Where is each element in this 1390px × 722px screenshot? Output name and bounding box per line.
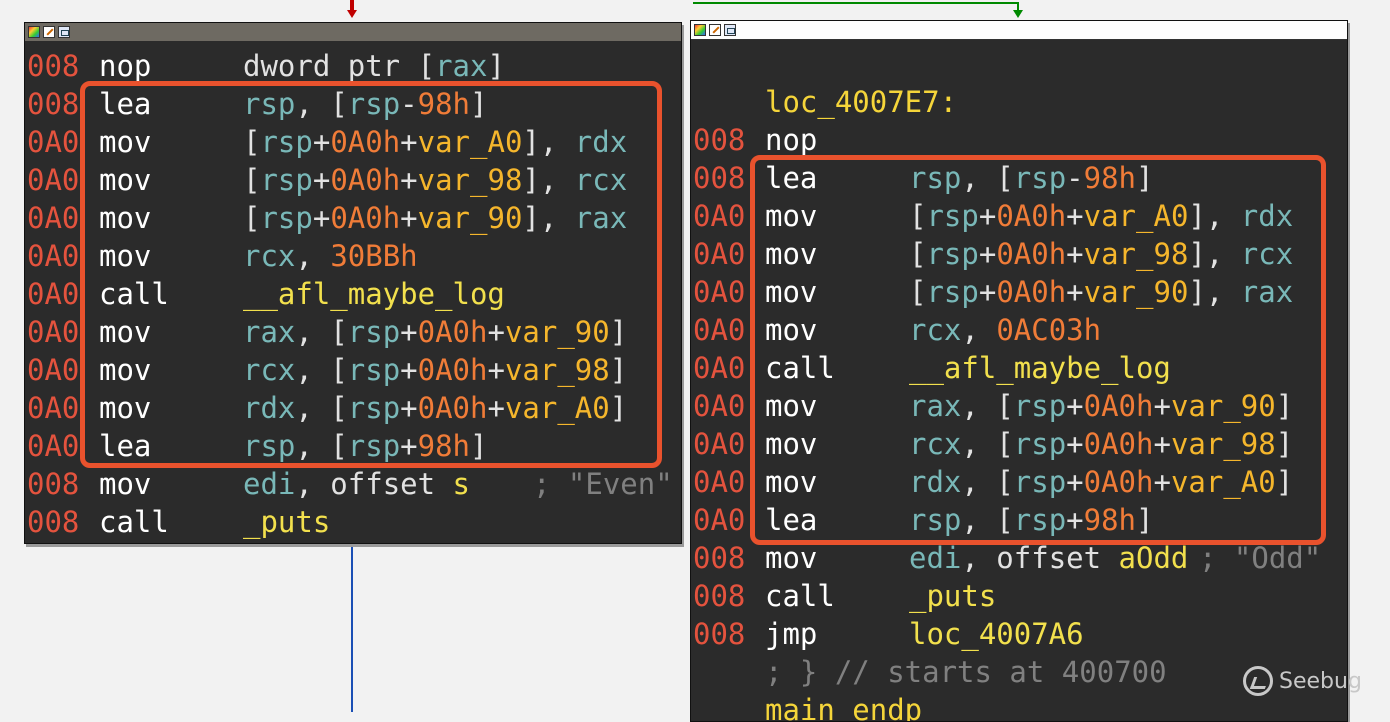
operand-token: , offset	[961, 541, 1119, 575]
operands: dword ptr [rax]	[243, 47, 505, 85]
block-titlebar	[25, 23, 681, 41]
operand-token[interactable]: aOdd	[1119, 541, 1189, 575]
graph-view-icon[interactable]	[724, 24, 736, 36]
stack-pointer-delta: 008	[693, 123, 746, 157]
color-palette-icon[interactable]	[28, 26, 40, 38]
stack-pointer-delta: 008	[27, 87, 80, 121]
instruction-line[interactable]: 008 jmp loc_4007A6	[691, 615, 1347, 653]
stack-pointer-delta: 0A0	[693, 237, 746, 271]
stack-pointer-delta: 0A0	[693, 351, 746, 385]
operand-token: [	[417, 49, 436, 83]
stack-pointer-delta: 008	[27, 505, 80, 539]
fallthrough-edge	[351, 544, 353, 712]
graph-view-icon[interactable]	[58, 26, 70, 38]
stack-pointer-delta: 0A0	[27, 163, 80, 197]
rename-pencil-icon[interactable]	[709, 24, 721, 36]
instruction-line[interactable]: 008 mov edi, offset s ; "Even"	[25, 465, 681, 503]
instruction-line[interactable]: 008 call _puts	[691, 577, 1347, 615]
stack-pointer-delta: 0A0	[693, 427, 746, 461]
instrumentation-highlight-box	[750, 155, 1326, 545]
operand-token[interactable]: edi	[243, 467, 295, 501]
mnemonic: nop	[765, 123, 818, 157]
mnemonic: mov	[99, 467, 152, 501]
mnemonic: nop	[99, 49, 152, 83]
operand-token[interactable]: edi	[909, 541, 961, 575]
stack-pointer-delta: 0A0	[27, 391, 80, 425]
stack-pointer-delta: 008	[27, 467, 80, 501]
seebug-logo-icon	[1243, 666, 1273, 696]
instruction-line[interactable]: 008 nop	[691, 121, 1347, 159]
operand-token[interactable]: rax	[435, 49, 487, 83]
operands: _puts	[243, 503, 330, 541]
inline-comment: ; "Even"	[533, 467, 673, 501]
operand-token[interactable]: _puts	[909, 579, 996, 613]
operand-token[interactable]: s	[453, 467, 470, 501]
instruction-line[interactable]: 008 call _puts	[25, 503, 681, 541]
true-branch-edge-h	[693, 2, 1019, 4]
operand-token: ]	[487, 49, 505, 83]
stack-pointer-delta: 008	[693, 579, 746, 613]
stack-pointer-delta: 008	[693, 617, 746, 651]
stack-pointer-delta: 0A0	[693, 389, 746, 423]
stack-pointer-delta: 008	[693, 541, 746, 575]
label-line: loc_4007E7:	[691, 83, 1347, 121]
instrumentation-highlight-box	[80, 81, 662, 468]
stack-pointer-delta: 008	[27, 49, 80, 83]
instruction-line[interactable]: 008 nop dword ptr [rax]	[25, 47, 681, 85]
stack-pointer-delta: 0A0	[693, 313, 746, 347]
operand-token[interactable]: _puts	[243, 505, 330, 539]
color-palette-icon[interactable]	[694, 24, 706, 36]
stack-pointer-delta: 0A0	[693, 465, 746, 499]
function-range-comment: ; } // starts at 400700	[765, 655, 1167, 689]
stack-pointer-delta: 0A0	[27, 277, 80, 311]
watermark-text: Seebug	[1279, 668, 1362, 694]
true-branch-arrow-icon	[1013, 10, 1023, 18]
block-titlebar	[691, 21, 1347, 40]
stack-pointer-delta: 0A0	[693, 275, 746, 309]
stack-pointer-delta: 0A0	[27, 429, 80, 463]
seebug-watermark: Seebug	[1243, 666, 1362, 696]
stack-pointer-delta: 0A0	[27, 239, 80, 273]
mnemonic: call	[765, 579, 835, 613]
location-label: loc_4007E7:	[765, 85, 958, 119]
endp-directive: main endp	[765, 693, 923, 721]
false-branch-arrow-icon	[347, 10, 357, 18]
mnemonic: call	[99, 505, 169, 539]
stack-pointer-delta: 0A0	[27, 125, 80, 159]
operand-token: dword ptr	[243, 49, 418, 83]
operands: loc_4007A6	[909, 615, 1084, 653]
stack-pointer-delta: 0A0	[693, 199, 746, 233]
stack-pointer-delta: 0A0	[27, 201, 80, 235]
rename-pencil-icon[interactable]	[43, 26, 55, 38]
operand-token: , offset	[295, 467, 453, 501]
stack-pointer-delta: 008	[693, 161, 746, 195]
stack-pointer-delta: 0A0	[27, 353, 80, 387]
mnemonic: jmp	[765, 617, 818, 651]
operands: edi, offset s	[243, 465, 470, 503]
operands: _puts	[909, 577, 996, 615]
stack-pointer-delta: 0A0	[693, 503, 746, 537]
stack-pointer-delta: 0A0	[27, 315, 80, 349]
operand-token[interactable]: loc_4007A6	[909, 617, 1084, 651]
